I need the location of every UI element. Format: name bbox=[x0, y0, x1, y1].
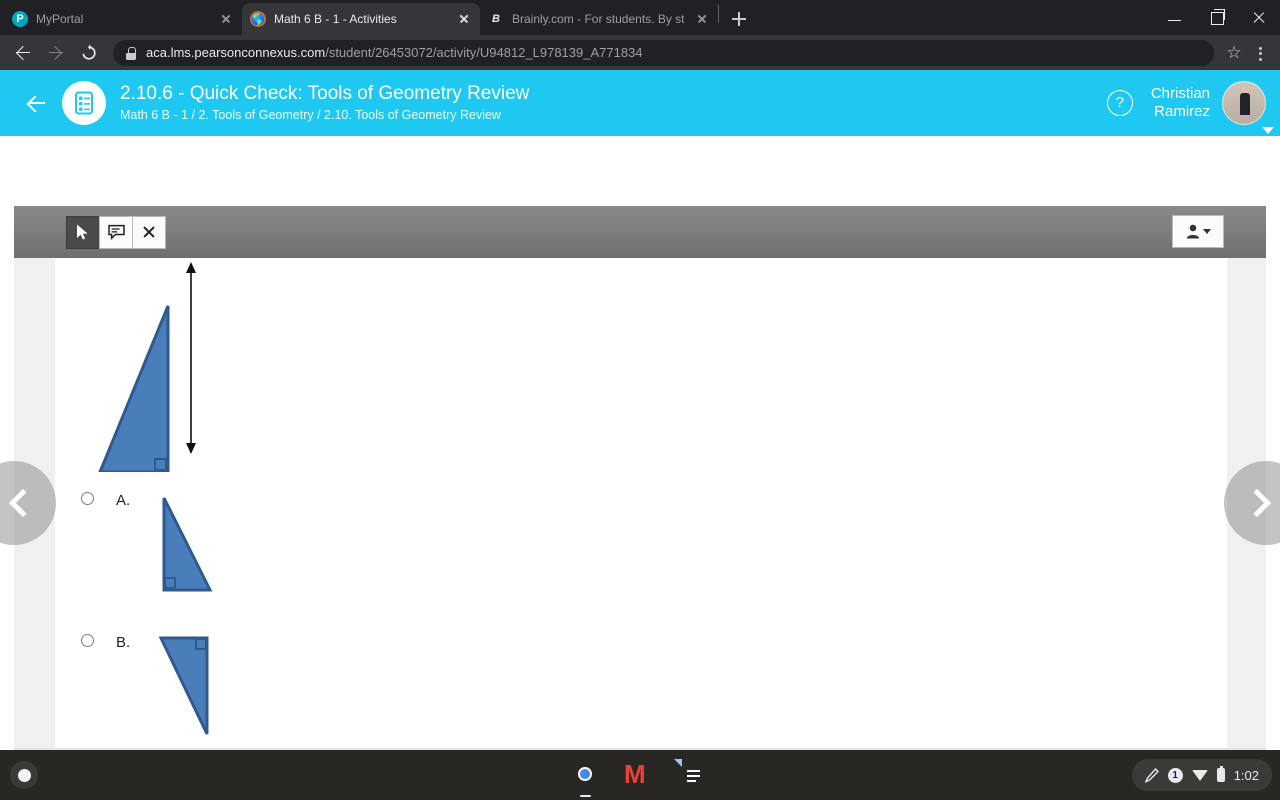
browser-tab-myportal[interactable]: P MyPortal bbox=[4, 3, 242, 35]
pointer-tool-button[interactable] bbox=[66, 215, 100, 249]
gmail-glyph: M bbox=[624, 759, 646, 789]
address-bar[interactable]: aca.lms.pearsonconnexus.com/student/2645… bbox=[113, 39, 1214, 66]
choice-a-label: A. bbox=[116, 492, 131, 509]
status-tray[interactable]: 1 1:02 bbox=[1131, 759, 1272, 791]
lock-icon bbox=[125, 46, 137, 60]
choice-b-label: B. bbox=[116, 634, 131, 651]
activity-frame: A. B. bbox=[0, 206, 1280, 748]
browser-tab-brainly[interactable]: B Brainly.com - For students. By st bbox=[480, 3, 718, 35]
arrow-head-up bbox=[186, 262, 196, 273]
minimize-icon[interactable] bbox=[1154, 0, 1196, 35]
launcher-button[interactable] bbox=[10, 761, 38, 789]
radio-choice-a[interactable] bbox=[81, 492, 94, 505]
bookmark-star-icon[interactable]: ☆ bbox=[1220, 39, 1248, 67]
launcher-icon bbox=[17, 768, 31, 782]
question-triangle bbox=[98, 305, 170, 472]
close-tool-button[interactable] bbox=[132, 215, 166, 249]
avatar[interactable] bbox=[1222, 81, 1266, 125]
activity-badge-icon bbox=[62, 81, 106, 125]
arrow-head-down bbox=[186, 443, 196, 454]
battery-icon[interactable] bbox=[1216, 766, 1225, 782]
chevron-right-icon bbox=[1242, 488, 1272, 518]
lesson-titles: 2.10.6 - Quick Check: Tools of Geometry … bbox=[120, 82, 1107, 124]
url-text: aca.lms.pearsonconnexus.com/student/2645… bbox=[146, 45, 643, 60]
chrome-menu-icon[interactable] bbox=[1248, 39, 1272, 67]
window-controls bbox=[1154, 0, 1280, 35]
choice-a-figure[interactable] bbox=[150, 494, 270, 594]
choice-a-triangle bbox=[162, 497, 213, 592]
reload-icon[interactable] bbox=[74, 38, 104, 68]
tab-title: MyPortal bbox=[36, 12, 84, 26]
chromeos-shelf: M 1 1:02 bbox=[0, 750, 1280, 800]
p-logo-icon: P bbox=[12, 11, 28, 27]
stylus-icon bbox=[1144, 767, 1159, 783]
tool-button-group bbox=[66, 215, 166, 249]
question-figure bbox=[98, 262, 196, 472]
choice-b[interactable]: B. bbox=[81, 634, 130, 651]
new-tab-button[interactable] bbox=[725, 5, 753, 33]
close-icon[interactable] bbox=[456, 11, 472, 27]
user-name: Christian Ramirez bbox=[1151, 85, 1210, 121]
annotate-tool-button[interactable] bbox=[99, 215, 133, 249]
close-window-icon[interactable] bbox=[1238, 0, 1280, 35]
user-last-name: Ramirez bbox=[1154, 103, 1210, 120]
radio-choice-b[interactable] bbox=[81, 634, 94, 647]
chevron-down-icon bbox=[1202, 229, 1211, 234]
tab-title: Brainly.com - For students. By st bbox=[512, 12, 685, 26]
page-content: 2.10.6 - Quick Check: Tools of Geometry … bbox=[0, 70, 1280, 750]
header-user-area: ? Christian Ramirez bbox=[1106, 81, 1280, 125]
question-paper: A. B. bbox=[55, 258, 1227, 748]
browser-toolbar: aca.lms.pearsonconnexus.com/student/2645… bbox=[0, 35, 1280, 70]
tab-title: Math 6 B - 1 - Activities bbox=[274, 12, 397, 26]
choice-b-figure[interactable] bbox=[150, 632, 270, 740]
active-app-indicator bbox=[580, 794, 591, 797]
b-logo-icon: B bbox=[492, 13, 500, 25]
browser-window: P MyPortal 🌎 Math 6 B - 1 - Activities B… bbox=[0, 0, 1280, 750]
screen: P MyPortal 🌎 Math 6 B - 1 - Activities B… bbox=[0, 0, 1280, 800]
docs-icon[interactable] bbox=[678, 759, 710, 791]
chevron-down-icon[interactable] bbox=[1262, 127, 1274, 134]
close-icon[interactable] bbox=[694, 11, 710, 27]
user-menu-button[interactable] bbox=[1172, 215, 1224, 248]
help-icon[interactable]: ? bbox=[1106, 90, 1133, 116]
shelf-app-list: M bbox=[570, 759, 710, 797]
back-arrow-icon[interactable] bbox=[20, 86, 54, 120]
gmail-icon[interactable]: M bbox=[624, 759, 656, 791]
browser-tab-math-activities[interactable]: 🌎 Math 6 B - 1 - Activities bbox=[242, 3, 480, 35]
wifi-icon[interactable] bbox=[1191, 769, 1208, 781]
breadcrumb: Math 6 B - 1 / 2. Tools of Geometry / 2.… bbox=[120, 108, 501, 122]
clock[interactable]: 1:02 bbox=[1234, 768, 1259, 783]
avatar-body bbox=[1240, 93, 1250, 115]
forward-icon[interactable] bbox=[41, 38, 71, 68]
activity-toolbar bbox=[14, 206, 1266, 258]
page-title: 2.10.6 - Quick Check: Tools of Geometry … bbox=[120, 83, 530, 104]
close-icon bbox=[142, 225, 156, 239]
choice-b-triangle bbox=[158, 636, 209, 735]
activity-body: A. B. bbox=[0, 258, 1280, 748]
user-first-name: Christian bbox=[1150, 85, 1210, 102]
lesson-header: 2.10.6 - Quick Check: Tools of Geometry … bbox=[0, 70, 1280, 136]
chevron-left-icon bbox=[8, 488, 38, 518]
close-icon[interactable] bbox=[218, 11, 234, 27]
tab-strip: P MyPortal 🌎 Math 6 B - 1 - Activities B… bbox=[0, 0, 1280, 35]
tab-separator bbox=[718, 5, 719, 23]
maximize-icon[interactable] bbox=[1196, 0, 1238, 35]
chrome-icon[interactable] bbox=[570, 759, 602, 797]
back-icon[interactable] bbox=[8, 38, 38, 68]
choice-a[interactable]: A. bbox=[81, 492, 130, 509]
globe-icon: 🌎 bbox=[250, 11, 266, 27]
notification-badge[interactable]: 1 bbox=[1167, 767, 1183, 783]
